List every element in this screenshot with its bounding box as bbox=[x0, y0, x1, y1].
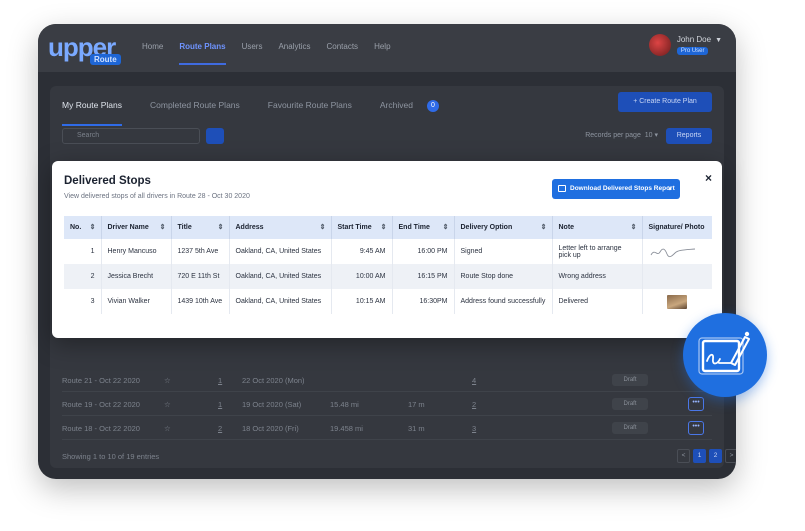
signature-pad-icon[interactable] bbox=[683, 313, 767, 397]
table-row[interactable]: Route 19 - Oct 22 2020 ☆ 1 19 Oct 2020 (… bbox=[62, 392, 712, 416]
table-row[interactable]: 1 Henry Mancuso 1237 5th Ave Oakland, CA… bbox=[64, 239, 712, 264]
tabs: My Route Plans Completed Route Plans Fav… bbox=[62, 100, 439, 126]
page-1-button[interactable]: 1 bbox=[693, 449, 706, 463]
column-header[interactable]: Delivery Option ⇕ bbox=[454, 216, 553, 239]
route-plan-list: Route 21 - Oct 22 2020 ☆ 1 22 Oct 2020 (… bbox=[62, 368, 712, 440]
column-header[interactable]: No. ⇕ bbox=[64, 216, 102, 239]
page-2-button[interactable]: 2 bbox=[709, 449, 722, 463]
nav-home[interactable]: Home bbox=[142, 42, 163, 65]
download-report-button[interactable]: Download Delivered Stops Report ∨ bbox=[552, 179, 680, 199]
main-nav: Home Route Plans Users Analytics Contact… bbox=[142, 42, 391, 65]
column-header[interactable]: Driver Name ⇕ bbox=[101, 216, 172, 239]
sort-icon: ⇕ bbox=[159, 224, 166, 231]
sort-icon: ⇕ bbox=[630, 224, 637, 231]
column-header[interactable]: Title ⇕ bbox=[171, 216, 230, 239]
records-per-page[interactable]: Records per page 10 ▾ bbox=[585, 131, 658, 139]
tab-archived[interactable]: Archived bbox=[380, 100, 413, 126]
sort-icon: ⇕ bbox=[380, 224, 387, 231]
sort-icon: ⇕ bbox=[319, 224, 326, 231]
user-name: John Doe bbox=[676, 35, 712, 44]
avatar bbox=[648, 34, 671, 56]
table-row[interactable]: Route 21 - Oct 22 2020 ☆ 1 22 Oct 2020 (… bbox=[62, 368, 712, 392]
nav-contacts[interactable]: Contacts bbox=[326, 42, 358, 65]
entries-count: Showing 1 to 10 of 19 entries bbox=[62, 452, 160, 461]
table-header-row: No. ⇕ Driver Name ⇕ Title ⇕ Address ⇕ Start … bbox=[64, 216, 712, 239]
status-badge: Draft bbox=[612, 422, 648, 434]
star-icon[interactable]: ☆ bbox=[164, 424, 171, 433]
filter-button[interactable] bbox=[206, 128, 224, 144]
sort-icon: ⇕ bbox=[217, 224, 224, 231]
column-header[interactable]: Start Time ⇕ bbox=[331, 216, 393, 239]
sort-icon: ⇕ bbox=[89, 224, 96, 231]
nav-help[interactable]: Help bbox=[374, 42, 390, 65]
table-row[interactable]: Route 18 - Oct 22 2020 ☆ 2 18 Oct 2020 (… bbox=[62, 416, 712, 440]
table-row[interactable]: 2 Jessica Brecht 720 E 11th St Oakland, … bbox=[64, 264, 712, 289]
archived-count-badge: 0 bbox=[426, 100, 439, 112]
signature-image bbox=[650, 248, 695, 257]
more-icon[interactable]: ••• bbox=[688, 397, 704, 411]
user-menu[interactable]: John Doe ▼ Pro User bbox=[648, 34, 722, 56]
chevron-down-icon: ∨ bbox=[667, 186, 672, 192]
logo: upper Route bbox=[48, 32, 126, 66]
more-icon[interactable]: ••• bbox=[688, 421, 704, 435]
delivery-photo-thumbnail bbox=[667, 294, 688, 309]
status-badge: Draft bbox=[612, 374, 648, 386]
tab-favourite-route-plans[interactable]: Favourite Route Plans bbox=[268, 100, 352, 126]
column-header[interactable]: End Time ⇕ bbox=[392, 216, 455, 239]
nav-analytics[interactable]: Analytics bbox=[278, 42, 310, 65]
delivered-stops-modal: Delivered Stops View delivered stops of … bbox=[52, 161, 722, 338]
reports-button[interactable]: Reports bbox=[666, 128, 712, 144]
star-icon[interactable]: ☆ bbox=[164, 376, 171, 385]
top-navbar: upper Route Home Route Plans Users Analyt… bbox=[38, 24, 736, 72]
search-input[interactable]: Search bbox=[62, 128, 200, 144]
sort-icon: ⇕ bbox=[442, 224, 449, 231]
table-row[interactable]: 3 Vivian Walker 1439 10th Ave Oakland, C… bbox=[64, 289, 712, 314]
download-icon bbox=[558, 185, 566, 192]
close-icon[interactable]: × bbox=[705, 171, 712, 185]
nav-users[interactable]: Users bbox=[242, 42, 263, 65]
modal-subtitle: View delivered stops of all drivers in R… bbox=[64, 193, 250, 200]
nav-route-plans[interactable]: Route Plans bbox=[179, 42, 226, 65]
column-header[interactable]: Address ⇕ bbox=[229, 216, 332, 239]
modal-title: Delivered Stops bbox=[64, 175, 151, 187]
create-route-plan-button[interactable]: + Create Route Plan bbox=[618, 92, 712, 112]
column-header[interactable]: Note ⇕ bbox=[552, 216, 643, 239]
tab-completed-route-plans[interactable]: Completed Route Plans bbox=[150, 100, 240, 126]
chevron-down-icon: ▼ bbox=[715, 37, 722, 44]
status-badge: Draft bbox=[612, 398, 648, 410]
star-icon[interactable]: ☆ bbox=[164, 400, 171, 409]
tab-my-route-plans[interactable]: My Route Plans bbox=[62, 100, 122, 126]
delivered-stops-table: No. ⇕ Driver Name ⇕ Title ⇕ Address ⇕ Start … bbox=[64, 216, 712, 314]
pagination: < 1 2 > bbox=[677, 449, 736, 463]
next-page-button[interactable]: > bbox=[725, 449, 736, 463]
toolbar: Search Records per page 10 ▾ Reports bbox=[62, 128, 712, 146]
prev-page-button[interactable]: < bbox=[677, 449, 690, 463]
user-badge: Pro User bbox=[676, 47, 709, 55]
column-header: Signature/ Photo bbox=[642, 216, 712, 239]
sort-icon: ⇕ bbox=[540, 224, 547, 231]
